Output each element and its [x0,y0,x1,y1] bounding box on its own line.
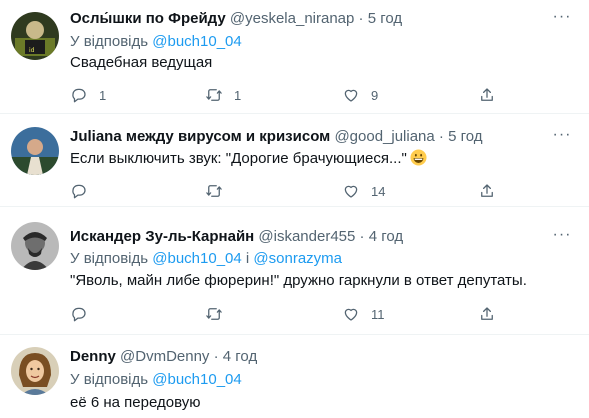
retweet-icon [206,89,222,101]
reply-button[interactable]: 1 [70,85,106,105]
action-bar: 1 1 9 [70,85,500,105]
user-handle[interactable]: @DvmDenny [120,348,209,365]
reply-button[interactable] [70,181,99,201]
share-button[interactable] [478,304,496,324]
share-button[interactable] [478,181,496,201]
tweet-header: Искандер Зу-ль-Карнайн @iskander455 · 4 … [70,227,403,247]
reply-prefix: У відповідь [70,250,149,267]
reply-to-link[interactable]: @buch10_04 [152,33,241,50]
separator: · [438,128,444,145]
timestamp[interactable]: 5 год [368,10,402,27]
timestamp[interactable]: 4 год [223,348,257,365]
user-handle[interactable]: @good_juliana [334,128,434,145]
retweet-button[interactable]: 1 [205,85,241,105]
reply-to-link[interactable]: @buch10_04 [152,250,241,267]
retweet-button[interactable] [205,181,234,201]
separator: · [213,348,219,365]
tweet-text-content: Если выключить звук: "Дорогие брачующиес… [70,150,407,167]
tweet-text: Если выключить звук: "Дорогие брачующиес… [70,149,427,169]
display-name[interactable]: Juliana между вирусом и кризисом [70,128,330,145]
share-icon [481,307,493,320]
retweet-count: 1 [234,87,242,103]
tweet-header: Denny @DvmDenny · 4 год [70,347,257,367]
tweet-1[interactable]: id Ослы́шки по Фрейду @yeskela_niranap ·… [0,0,589,113]
heart-icon [344,89,358,102]
retweet-button[interactable] [205,304,234,324]
user-handle[interactable]: @yeskela_niranap [230,10,354,27]
tweet-text: Свадебная ведущая [70,54,213,71]
more-options-button[interactable]: ··· [551,127,573,148]
reply-icon [72,307,86,322]
reply-context: У відповідь @buch10_04 і @sonrazyma [70,249,342,269]
like-count: 11 [371,306,385,322]
avatar[interactable]: id [11,12,59,60]
action-bar: 11 [70,304,500,324]
tweet-header: Ослы́шки по Фрейду @yeskela_niranap · 5 … [70,9,402,29]
avatar[interactable] [11,127,59,175]
like-count: 14 [371,183,386,199]
reply-icon [72,88,86,103]
display-name[interactable]: Искандер Зу-ль-Карнайн [70,228,254,245]
timestamp[interactable]: 5 год [448,128,482,145]
reply-context: У відповідь @buch10_04 [70,32,242,52]
like-button[interactable]: 9 [342,85,378,105]
separator: · [359,228,365,245]
reply-to-link-2[interactable]: @sonrazyma [253,250,342,267]
reply-to-link[interactable]: @buch10_04 [152,371,241,388]
tweet-header: Juliana между вирусом и кризисом @good_j… [70,127,483,147]
avatar[interactable] [11,347,59,395]
share-icon [481,88,493,101]
tweet-2[interactable]: Juliana между вирусом и кризисом @good_j… [0,114,589,206]
tweet-text: "Яволь, майн либе фюрерин!" дружно гаркн… [70,272,527,289]
reply-join: і [245,250,250,267]
user-handle[interactable]: @iskander455 [258,228,355,245]
reply-prefix: У відповідь [70,33,149,50]
reply-button[interactable] [70,304,99,324]
retweet-icon [206,308,222,320]
grinning-face-icon [410,149,427,166]
reply-prefix: У відповідь [70,371,149,388]
like-count: 9 [371,87,379,103]
timestamp[interactable]: 4 год [369,228,403,245]
avatar[interactable] [11,222,59,270]
more-options-button[interactable]: ··· [551,227,573,248]
reply-context: У відповідь @buch10_04 [70,370,242,390]
like-button[interactable]: 14 [342,181,385,201]
display-name[interactable]: Denny [70,348,116,365]
heart-icon [344,185,358,198]
action-bar: 14 [70,181,500,201]
tweet-3[interactable]: Искандер Зу-ль-Карнайн @iskander455 · 4 … [0,207,589,334]
reply-count: 1 [99,87,107,103]
separator: · [358,10,364,27]
share-icon [481,184,493,197]
share-button[interactable] [478,85,496,105]
tweet-text: её 6 на передовую [70,394,201,411]
svg-text:id: id [29,47,35,54]
more-options-button[interactable]: ··· [551,9,573,30]
display-name[interactable]: Ослы́шки по Фрейду [70,10,226,27]
tweet-4[interactable]: Denny @DvmDenny · 4 год У відповідь @buc… [0,335,589,418]
reply-icon [72,184,86,199]
heart-icon [344,308,358,321]
retweet-icon [206,185,222,197]
like-button[interactable]: 11 [342,304,385,324]
